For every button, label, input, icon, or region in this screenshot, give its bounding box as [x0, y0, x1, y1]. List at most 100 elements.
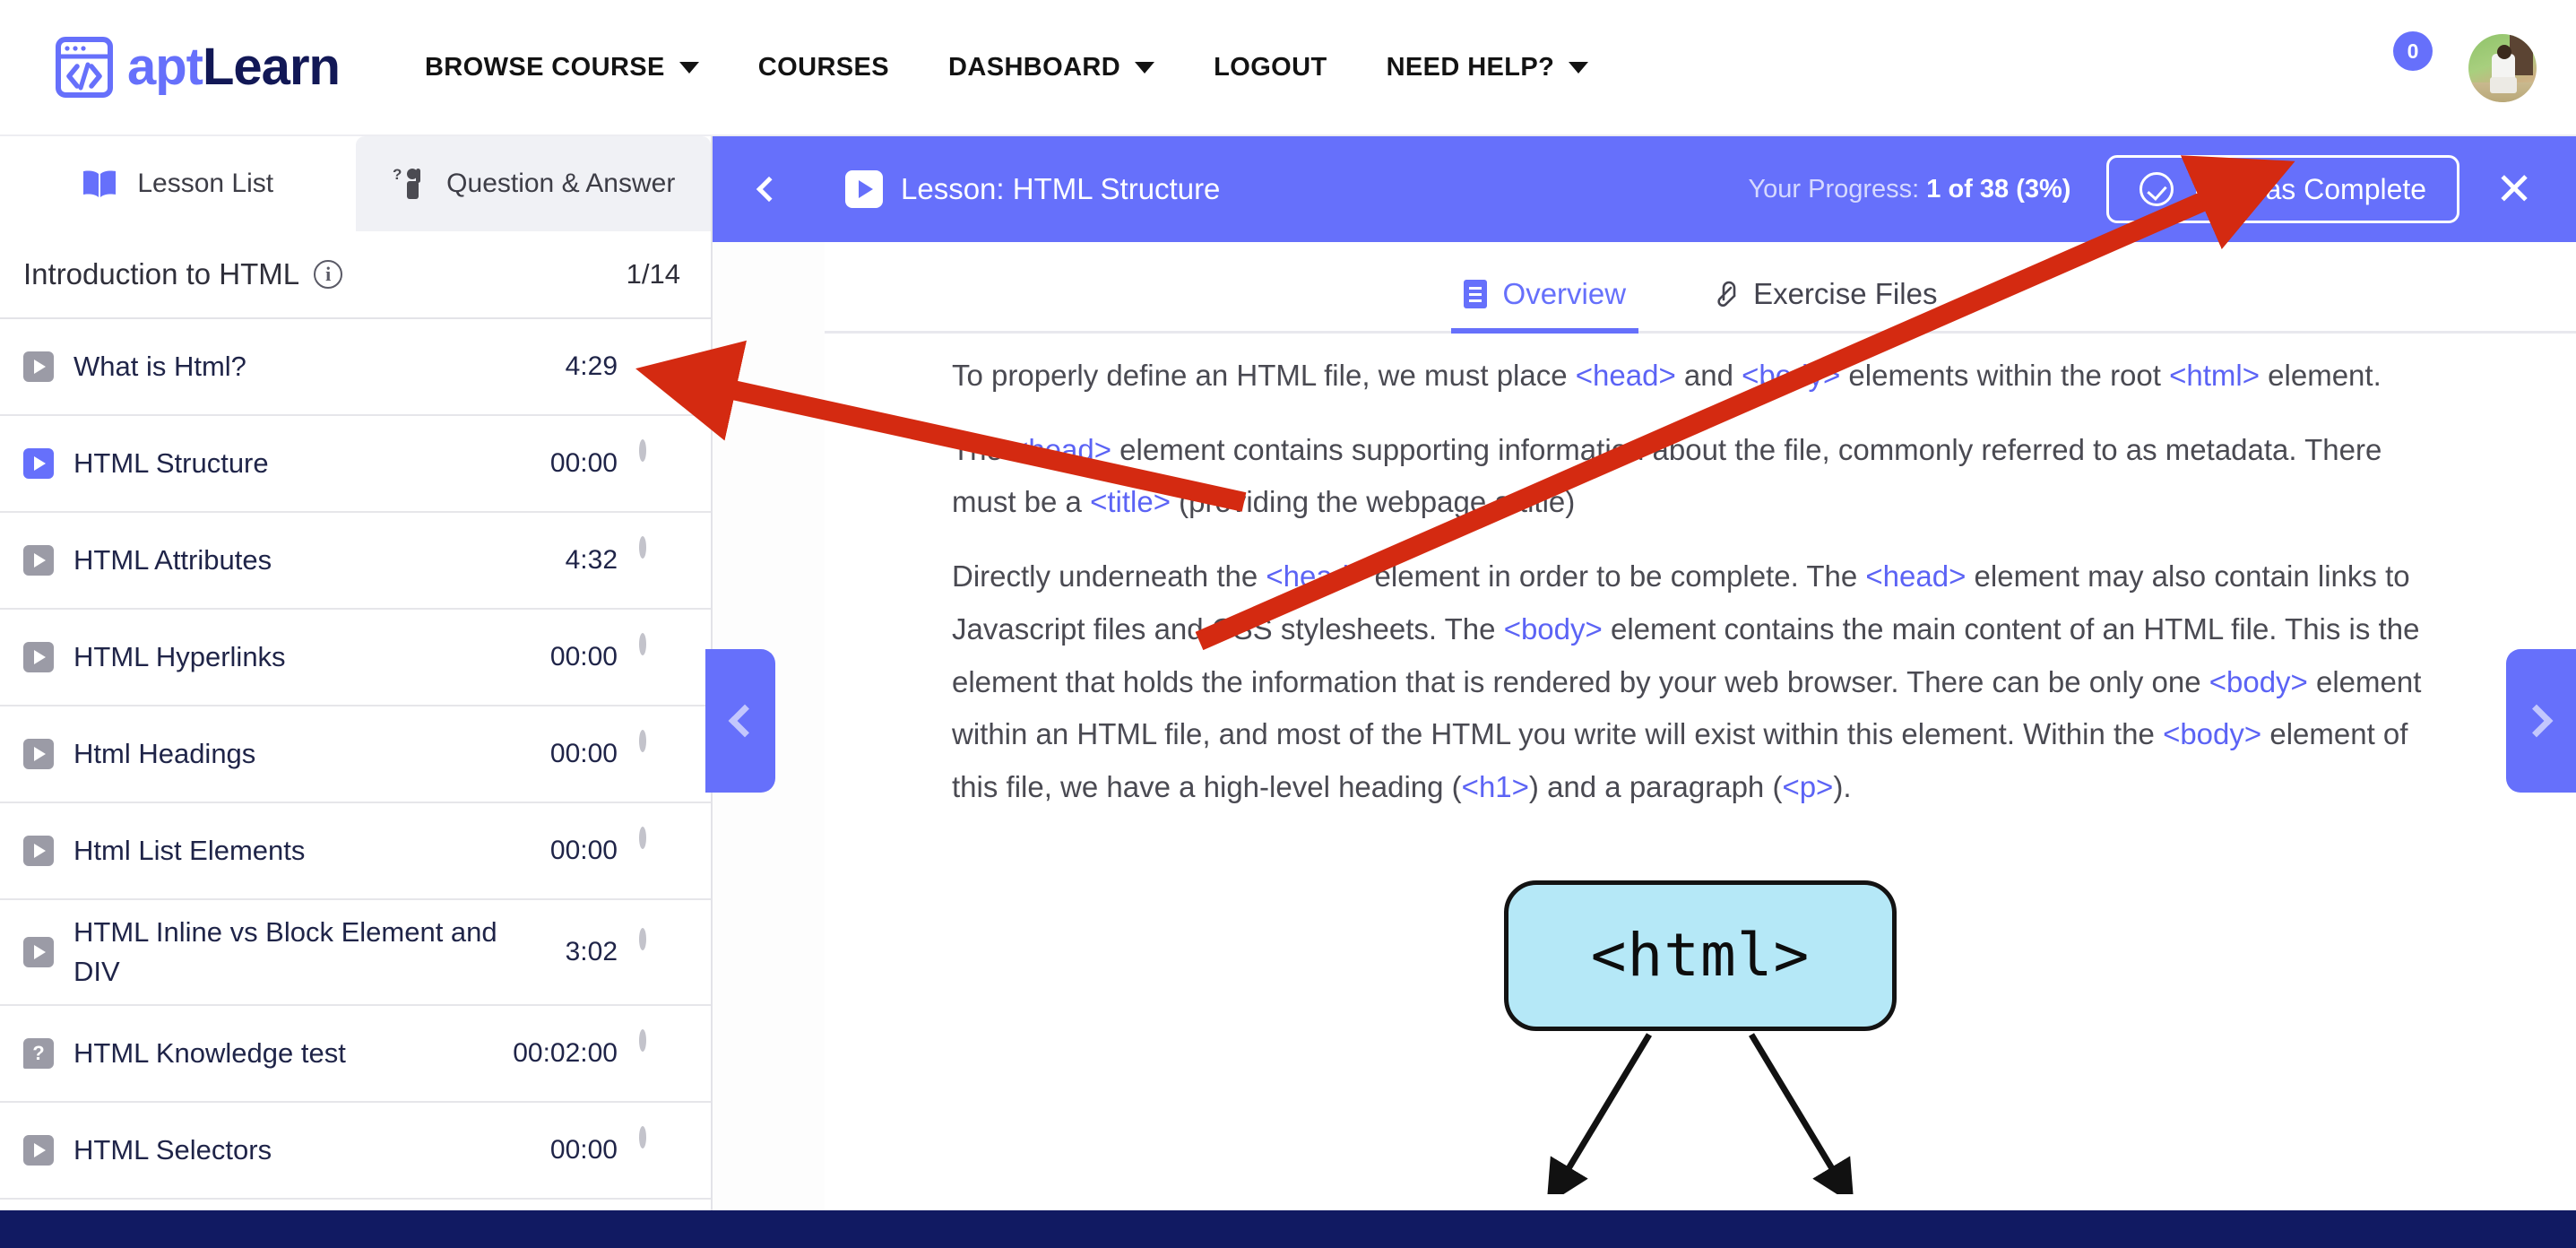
lesson-title: HTML Attributes [73, 543, 272, 576]
content-tabs: Overview Exercise Files [825, 242, 2576, 334]
lesson-duration: 4:32 [565, 545, 618, 575]
code-tag: <head> [1575, 359, 1676, 392]
tab-lesson-list[interactable]: Lesson List [0, 136, 356, 231]
mark-as-complete-label: Mark as Complete [2193, 172, 2427, 205]
lesson-status-incomplete[interactable] [639, 633, 680, 678]
video-play-icon [23, 836, 54, 866]
code-tag: <head> [1011, 432, 1112, 466]
collapse-sidebar-tab[interactable] [705, 649, 775, 793]
panel-tabs: Lesson List ? Question & Answer [0, 136, 711, 231]
lesson-status-incomplete[interactable] [639, 730, 680, 775]
avatar-legs [2490, 77, 2517, 93]
lesson-duration: 3:02 [565, 937, 618, 967]
lesson-duration: 00:00 [549, 836, 618, 865]
code-tag: <head> [1865, 559, 1967, 594]
mark-as-complete-button[interactable]: Mark as Complete [2106, 155, 2460, 223]
paragraph: The <head> element contains supporting i… [952, 403, 2449, 529]
progress-label: Your Progress: 1 of 38 (3%) [1748, 175, 2070, 204]
section-header: Introduction to HTML i 1/14 [0, 231, 711, 319]
nav-links: BROWSE COURSE COURSES DASHBOARD LOGOUT N… [425, 53, 1647, 82]
lesson-title: Html List Elements [73, 834, 306, 866]
lesson-status-incomplete[interactable] [639, 439, 680, 484]
nav-item-courses[interactable]: COURSES [758, 53, 889, 82]
quiz-icon: ? [23, 1038, 54, 1070]
diagram-connectors [1546, 1033, 1854, 1194]
video-play-icon [23, 937, 54, 968]
paragraph: Directly underneath the <head> element i… [952, 529, 2449, 814]
code-tag: <head> [1266, 559, 1367, 594]
text-fragment: and [1675, 359, 1742, 392]
tab-question-answer[interactable]: ? Question & Answer [355, 136, 711, 231]
lesson-row[interactable]: Html Headings 00:00 [0, 706, 711, 803]
app-root: aptLearn BROWSE COURSE COURSES DASHBOARD… [0, 0, 2576, 1248]
close-icon[interactable]: ✕ [2495, 167, 2533, 212]
lesson-row[interactable]: HTML Selectors 00:00 [0, 1103, 711, 1200]
text-fragment: The [952, 432, 1012, 466]
avatar[interactable] [2468, 34, 2537, 102]
section-count: 1/14 [626, 258, 680, 290]
next-lesson-tab[interactable] [2506, 649, 2576, 793]
check-circle-icon [2139, 172, 2174, 206]
text-fragment: To properly define an HTML file, we must… [952, 359, 1576, 392]
text-fragment: ). [1833, 770, 1852, 804]
code-tag: <p> [1782, 770, 1834, 804]
diagram-node-html: <html> [1504, 880, 1897, 1031]
lesson-row[interactable]: HTML Attributes 4:32 [0, 513, 711, 610]
video-play-icon [23, 642, 54, 672]
lesson-duration: 00:00 [549, 642, 618, 672]
lesson-status-incomplete[interactable] [639, 928, 680, 973]
section-title: Introduction to HTML [23, 257, 300, 290]
svg-text:?: ? [393, 167, 402, 183]
back-chevron-icon[interactable] [745, 165, 793, 213]
nav-label: NEED HELP? [1386, 52, 1555, 82]
lesson-title: HTML Selectors [73, 1134, 272, 1166]
text-fragment: (providing the webpage a title) [1170, 485, 1576, 519]
lesson-title: HTML Inline vs Block Element and DIV [73, 916, 497, 988]
nav-item-dashboard[interactable]: DASHBOARD [948, 53, 1155, 82]
lesson-row[interactable]: ? HTML Knowledge test 00:02:00 [0, 1006, 711, 1104]
video-play-icon [845, 170, 883, 208]
brand-text: aptLearn [127, 41, 341, 93]
lesson-status-incomplete[interactable] [639, 1029, 680, 1074]
nav-label: COURSES [757, 52, 890, 82]
video-play-icon [23, 739, 54, 769]
lesson-status-incomplete[interactable] [639, 536, 680, 581]
lesson-title: HTML Knowledge test [73, 1037, 346, 1070]
lesson-header-bar: Lesson: HTML Structure Your Progress: 1 … [713, 136, 2576, 242]
nav-item-need-help[interactable]: NEED HELP? [1387, 53, 1589, 82]
book-icon [83, 170, 117, 197]
tab-exercise-files[interactable]: Exercise Files [1712, 277, 1937, 331]
lesson-status-completed[interactable] [639, 346, 680, 387]
code-tag: <body> [2209, 664, 2308, 698]
chevron-down-icon [1569, 61, 1589, 74]
info-icon[interactable]: i [314, 260, 343, 289]
lesson-row[interactable]: HTML Hyperlinks 00:00 [0, 610, 711, 706]
lesson-title: HTML Structure [73, 446, 269, 479]
lesson-duration: 4:29 [565, 351, 618, 381]
lesson-content-area: Lesson: HTML Structure Your Progress: 1 … [713, 136, 2576, 1248]
code-window-icon [56, 37, 113, 98]
nav-item-browse-course[interactable]: BROWSE COURSE [425, 53, 699, 82]
lesson-row[interactable]: HTML Inline vs Block Element and DIV 3:0… [0, 900, 711, 1007]
tab-label: Overview [1502, 277, 1627, 310]
lesson-row[interactable]: HTML Structure 00:00 [0, 416, 711, 513]
video-play-icon [23, 1135, 54, 1166]
lesson-duration: 00:00 [549, 1135, 618, 1166]
text-fragment: elements within the root [1840, 359, 2170, 392]
chevron-down-icon [1135, 61, 1155, 74]
tab-overview[interactable]: Overview [1450, 277, 1638, 334]
brand-logo[interactable]: aptLearn [56, 37, 341, 98]
lesson-status-incomplete[interactable] [639, 1126, 680, 1171]
video-play-icon [23, 448, 54, 479]
lesson-row[interactable]: Html List Elements 00:00 [0, 803, 711, 900]
lesson-row[interactable]: What is Html? 4:29 [0, 319, 711, 416]
nav-item-logout[interactable]: LOGOUT [1214, 53, 1327, 82]
tab-label: Lesson List [137, 169, 274, 198]
lesson-status-incomplete[interactable] [639, 827, 680, 871]
lesson-title: What is Html? [73, 350, 246, 382]
nav-label: LOGOUT [1214, 52, 1327, 82]
video-play-icon [23, 545, 54, 576]
lesson-title: Html Headings [73, 737, 256, 769]
code-tag: <body> [2163, 717, 2262, 751]
notification-badge[interactable]: 0 [2393, 31, 2433, 71]
